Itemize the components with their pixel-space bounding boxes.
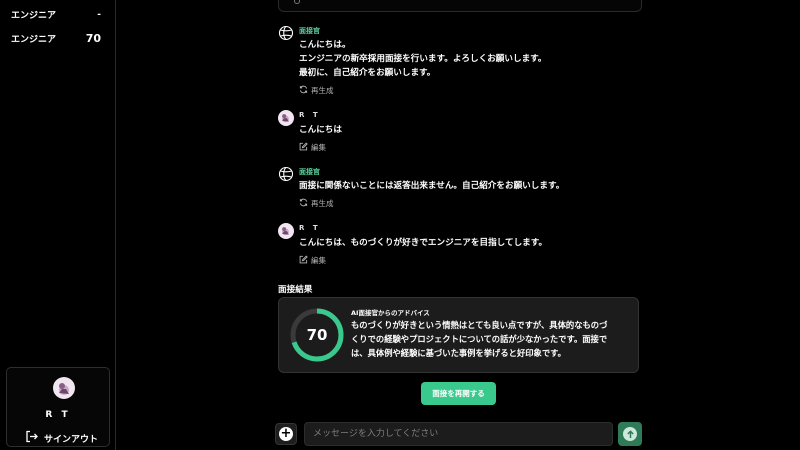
sidebar-item-score: 70 bbox=[85, 32, 101, 45]
message-line: 面接に関係ないことには返答出来ません。自己紹介をお願いします。 bbox=[299, 181, 565, 191]
sender-name: R T bbox=[299, 224, 321, 232]
regenerate-label: 再生成 bbox=[311, 199, 334, 208]
sender-name: 面接官 bbox=[299, 168, 320, 176]
avatar bbox=[278, 223, 294, 239]
message-line: こんにちは、ものづくりが好きでエンジニアを目指してします。 bbox=[299, 238, 548, 248]
message-text: 面接に関係ないことには返答出来ません。自己紹介をお願いします。 bbox=[299, 179, 564, 193]
arrow-up-icon bbox=[623, 427, 637, 441]
edit-label: 編集 bbox=[311, 256, 326, 265]
sender-name: 面接官 bbox=[299, 27, 320, 35]
message-text: こんにちは、ものづくりが好きでエンジニアを目指してします。 bbox=[299, 236, 547, 250]
sidebar-item[interactable]: エンジニア 70 bbox=[11, 32, 101, 45]
edit-icon bbox=[299, 142, 308, 153]
avatar bbox=[53, 377, 75, 399]
message-input[interactable] bbox=[304, 422, 613, 446]
sidebar-item-score: - bbox=[97, 9, 101, 20]
edit-button[interactable]: 編集 bbox=[299, 142, 326, 153]
edit-icon bbox=[299, 255, 308, 266]
sidebar-item-label: エンジニア bbox=[11, 35, 57, 45]
message-line: こんにちは bbox=[299, 125, 342, 135]
advice-line: くりでの経験やプロジェクトについての話が少なかったです。面接で bbox=[351, 334, 608, 344]
edit-label: 編集 bbox=[311, 143, 326, 152]
edit-button[interactable]: 編集 bbox=[299, 255, 326, 266]
score-value: 70 bbox=[306, 326, 328, 344]
refresh-icon bbox=[299, 198, 308, 209]
user-card: R T サインアウト bbox=[6, 367, 110, 447]
advice-title: AI面接官からのアドバイス bbox=[351, 309, 430, 317]
message-text: こんにちは bbox=[299, 123, 342, 137]
advice-line: ものづくりが好きという情熱はとても良い点ですが、具体的なものづ bbox=[351, 320, 608, 330]
attach-button[interactable]: + bbox=[275, 423, 297, 445]
regenerate-button[interactable]: 再生成 bbox=[299, 85, 334, 96]
avatar bbox=[278, 110, 294, 126]
result-title: 面接結果 bbox=[278, 285, 313, 295]
signout-label: サインアウト bbox=[44, 434, 99, 445]
message-line: 最初に、自己紹介をお願いします。 bbox=[299, 68, 436, 78]
previous-panel bbox=[278, 0, 642, 12]
sidebar: エンジニア - エンジニア 70 R T サインアウト bbox=[0, 0, 116, 450]
openai-logo-icon bbox=[278, 25, 294, 41]
advice-text: ものづくりが好きという情熱はとても良い点ですが、具体的なものづ くりでの経験やプ… bbox=[351, 318, 635, 360]
restart-interview-button[interactable]: 面接を再開する bbox=[421, 382, 496, 405]
advice-line: は、具体例や経験に基づいた事例を挙げると好印象です。 bbox=[351, 348, 566, 358]
signout-icon bbox=[25, 430, 38, 446]
loading-icon bbox=[294, 0, 300, 4]
sidebar-item[interactable]: エンジニア - bbox=[11, 8, 101, 22]
plus-icon: + bbox=[279, 426, 293, 441]
regenerate-label: 再生成 bbox=[311, 86, 334, 95]
regenerate-button[interactable]: 再生成 bbox=[299, 198, 334, 209]
message-line: エンジニアの新卒採用面接を行います。よろしくお願いします。 bbox=[299, 54, 547, 64]
signout-button[interactable]: サインアウト bbox=[25, 430, 98, 446]
sender-name: R T bbox=[299, 111, 321, 119]
result-card: 70 AI面接官からのアドバイス ものづくりが好きという情熱はとても良い点ですが… bbox=[278, 297, 639, 373]
user-name: R T bbox=[45, 410, 71, 420]
send-button[interactable] bbox=[618, 422, 642, 446]
openai-logo-icon bbox=[278, 166, 294, 182]
sidebar-item-label: エンジニア bbox=[11, 11, 57, 21]
refresh-icon bbox=[299, 85, 308, 96]
message-line: こんにちは。 bbox=[299, 40, 351, 50]
message-text: こんにちは。 エンジニアの新卒採用面接を行います。よろしくお願いします。 最初に… bbox=[299, 38, 547, 80]
